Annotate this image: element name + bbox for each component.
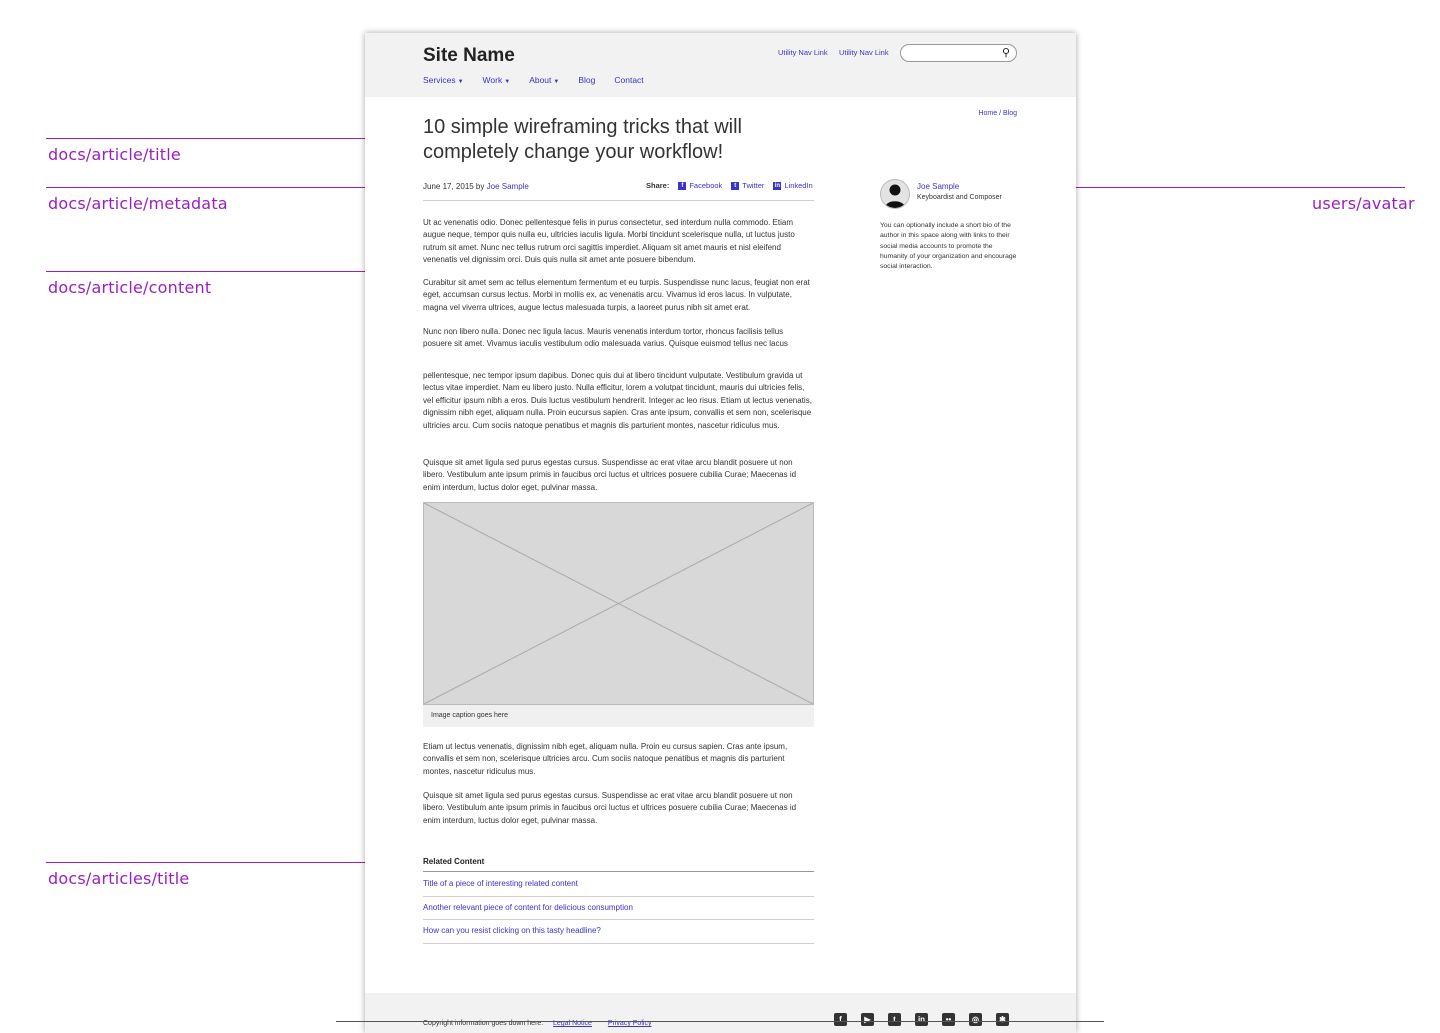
divider <box>423 943 814 944</box>
facebook-icon[interactable]: f <box>834 1013 847 1026</box>
article-paragraph: Ut ac venenatis odio. Donec pellentesque… <box>423 218 795 265</box>
article-paragraph: Quisque sit amet ligula sed purus egesta… <box>423 458 797 492</box>
annotation-title: docs/article/title <box>48 145 181 164</box>
article-paragraph: Nunc non libero nulla. Donec nec ligula … <box>423 327 788 349</box>
footer-annotation-line <box>336 1021 1104 1022</box>
linkedin-icon: in <box>773 181 782 190</box>
search-icon[interactable]: ⚲ <box>1002 46 1010 59</box>
annotation-line <box>1024 187 1405 188</box>
youtube-icon[interactable]: ▶ <box>861 1013 874 1026</box>
article-paragraph: pellentesque, nec tempor ipsum dapibus. … <box>423 371 812 430</box>
user-silhouette-icon <box>885 184 905 208</box>
instagram-icon[interactable]: ◎ <box>969 1013 982 1026</box>
caret-down-icon: ▼ <box>504 79 511 85</box>
related-link[interactable]: Another relevant piece of content for de… <box>423 903 633 912</box>
flickr-icon[interactable]: •• <box>942 1013 955 1026</box>
site-header: Site Name Services ▼ Work ▼ About ▼ Blog Co… <box>365 33 1076 97</box>
twitter-icon: t <box>731 181 740 190</box>
main-nav: Services ▼ Work ▼ About ▼ Blog Contact <box>423 75 663 85</box>
image-placeholder-cross <box>423 502 814 705</box>
article-paragraph: Curabitur sit amet sem ac tellus element… <box>423 278 810 312</box>
yelp-icon[interactable]: ✱ <box>996 1013 1009 1026</box>
site-footer: Copyright information goes down here. Le… <box>365 993 1076 1033</box>
author-name-link[interactable]: Joe Sample <box>917 182 959 191</box>
utility-nav-link[interactable]: Utility Nav Link <box>778 48 828 57</box>
nav-item-work[interactable]: Work ▼ <box>483 75 511 85</box>
author-role: Keyboardist and Composer <box>917 194 1002 201</box>
article-paragraph: Quisque sit amet ligula sed purus egesta… <box>423 791 797 825</box>
related-link[interactable]: How can you resist clicking on this tast… <box>423 926 601 935</box>
related-content-heading: Related Content <box>423 857 485 866</box>
divider <box>423 871 814 872</box>
share-facebook[interactable]: f Facebook <box>678 181 722 190</box>
article-date: June 17, 2015 by <box>423 182 485 191</box>
share-bar: Share: f Facebook t Twitter in LinkedIn <box>646 181 822 190</box>
linkedin-icon[interactable]: in <box>915 1013 928 1026</box>
divider <box>423 200 814 201</box>
share-linkedin[interactable]: in LinkedIn <box>773 181 813 190</box>
annotation-related: docs/articles/title <box>48 869 190 888</box>
article-title: 10 simple wireframing tricks that will c… <box>423 116 742 163</box>
twitter-icon[interactable]: t <box>888 1013 901 1026</box>
author-bio: You can optionally include a short bio o… <box>880 222 1017 271</box>
nav-item-about[interactable]: About ▼ <box>529 75 559 85</box>
breadcrumb[interactable]: Home / Blog <box>978 110 1017 117</box>
annotation-metadata: docs/article/metadata <box>48 194 228 213</box>
social-icons: f ▶ t in •• ◎ ✱ <box>834 1013 1009 1026</box>
share-twitter[interactable]: t Twitter <box>731 181 764 190</box>
caret-down-icon: ▼ <box>553 79 560 85</box>
nav-item-contact[interactable]: Contact <box>614 75 643 85</box>
avatar[interactable] <box>880 179 910 209</box>
article-metadata: June 17, 2015 by Joe Sample <box>423 182 529 191</box>
article-figure: Image caption goes here <box>423 502 814 727</box>
article-author-link[interactable]: Joe Sample <box>487 182 529 191</box>
annotation-content: docs/article/content <box>48 278 212 297</box>
utility-nav-link[interactable]: Utility Nav Link <box>839 48 889 57</box>
facebook-icon: f <box>678 181 687 190</box>
share-label: Share: <box>646 181 670 190</box>
nav-item-services[interactable]: Services ▼ <box>423 75 464 85</box>
divider <box>423 896 814 897</box>
search-input[interactable]: ⚲ <box>900 44 1017 62</box>
nav-item-blog[interactable]: Blog <box>578 75 595 85</box>
caret-down-icon: ▼ <box>457 79 464 85</box>
annotation-avatar: users/avatar <box>1312 194 1415 213</box>
divider <box>423 919 814 920</box>
article-paragraph: Etiam ut lectus venenatis, dignissim nib… <box>423 742 788 776</box>
related-link[interactable]: Title of a piece of interesting related … <box>423 879 578 888</box>
image-placeholder <box>423 502 814 705</box>
site-name[interactable]: Site Name <box>423 45 515 67</box>
image-caption: Image caption goes here <box>431 712 509 719</box>
page-frame: Site Name Services ▼ Work ▼ About ▼ Blog Co… <box>365 33 1076 1033</box>
